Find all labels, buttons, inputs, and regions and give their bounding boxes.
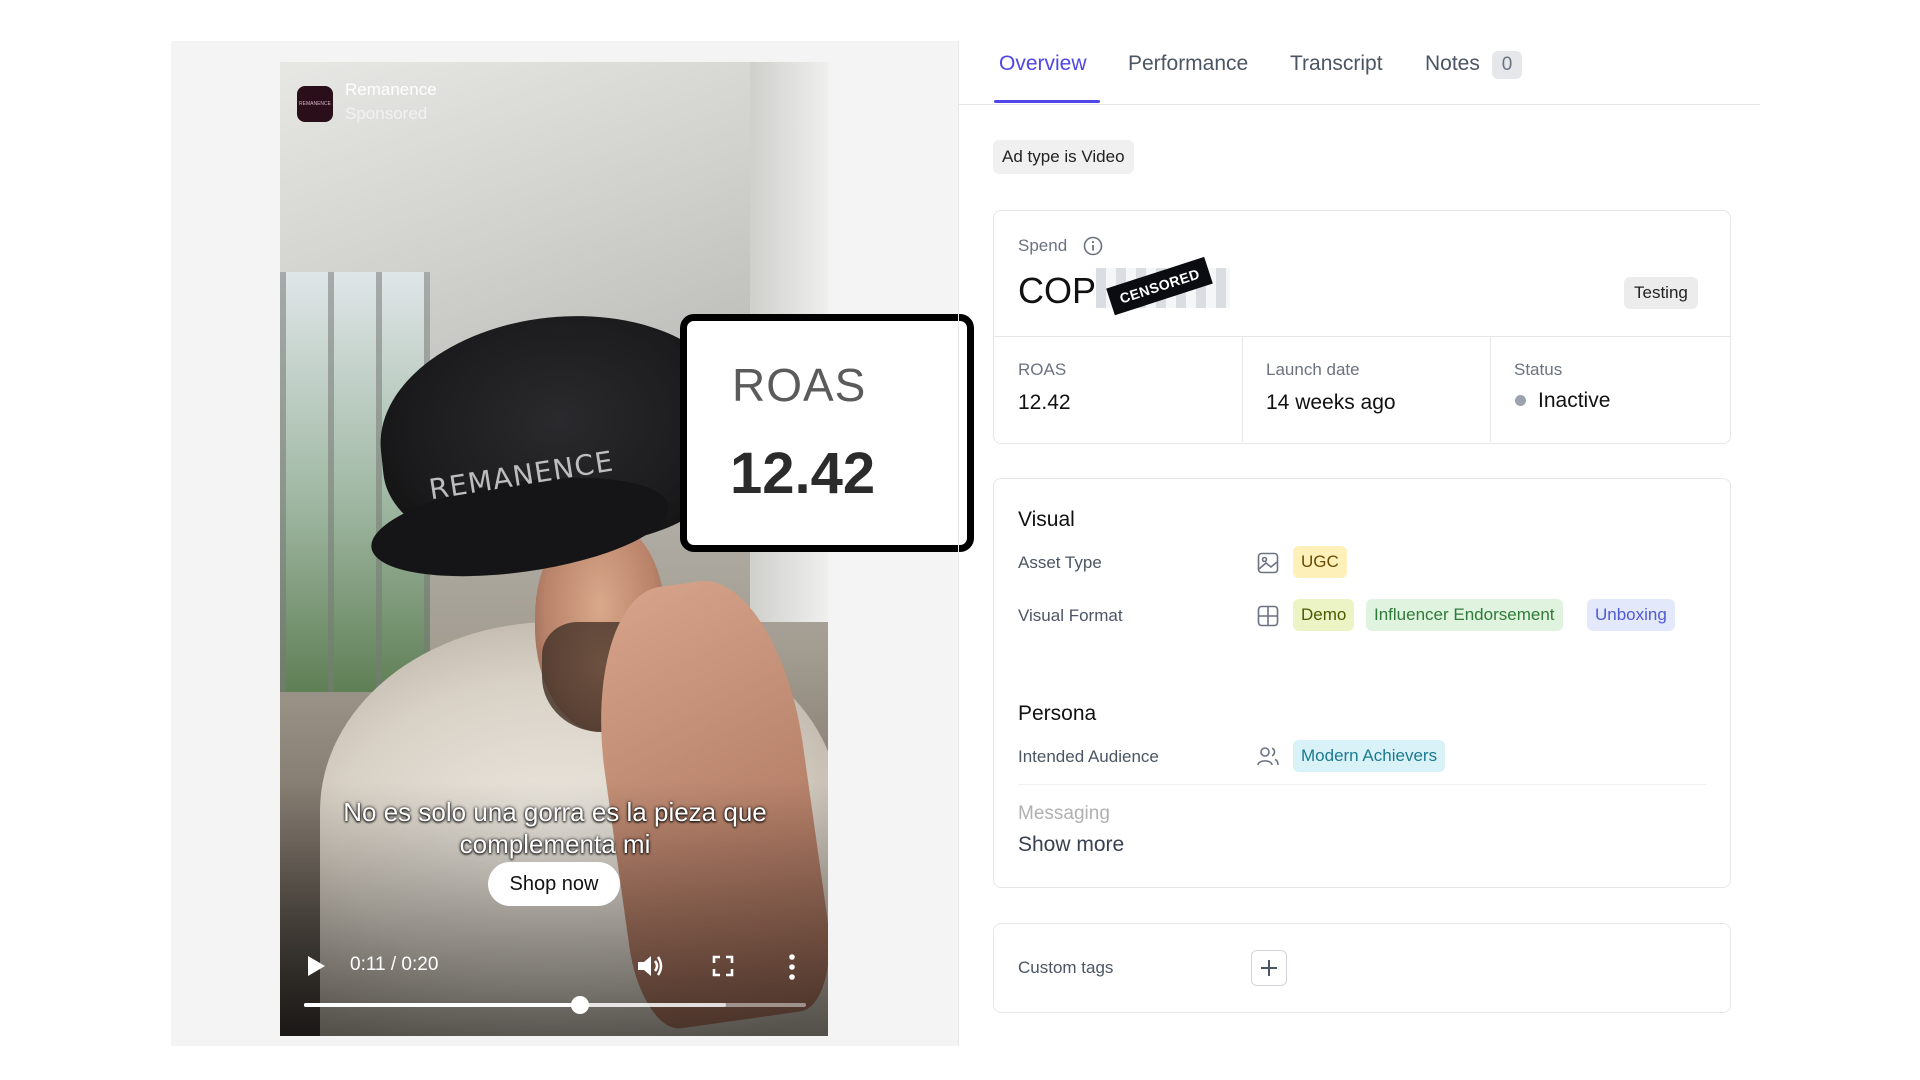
video-time: 0:11 / 0:20 <box>350 954 439 975</box>
video-progress-handle[interactable] <box>571 996 590 1014</box>
sponsored-label: Sponsored <box>345 104 428 123</box>
video-progress-fill <box>304 1003 581 1007</box>
tab-notes[interactable]: Notes <box>1425 52 1480 76</box>
custom-tags-label: Custom tags <box>1018 958 1114 977</box>
roas-callout-value: 12.42 <box>730 441 876 506</box>
visual-format-label: Visual Format <box>1018 606 1123 625</box>
users-icon <box>1257 747 1279 766</box>
launch-date-value: 14 weeks ago <box>1266 391 1396 414</box>
info-icon[interactable] <box>1083 236 1103 256</box>
asset-type-tag[interactable]: UGC <box>1293 546 1347 578</box>
play-icon[interactable] <box>306 955 326 977</box>
tab-transcript[interactable]: Transcript <box>1290 52 1383 76</box>
status-value: Inactive <box>1538 389 1611 412</box>
show-more-link[interactable]: Show more <box>1018 833 1124 857</box>
panel-divider <box>958 41 959 1046</box>
brand-name[interactable]: Remanence <box>345 80 437 100</box>
stat-divider <box>1242 337 1243 442</box>
stat-divider <box>1490 337 1491 442</box>
status-label: Status <box>1514 360 1563 379</box>
tab-performance[interactable]: Performance <box>1128 52 1248 76</box>
testing-badge: Testing <box>1624 277 1698 309</box>
visual-format-tag[interactable]: Influencer Endorsement <box>1366 599 1563 631</box>
shop-now-button[interactable]: Shop now <box>488 862 620 906</box>
visual-format-tag[interactable]: Unboxing <box>1587 599 1675 631</box>
launch-date-label: Launch date <box>1266 360 1360 379</box>
fullscreen-icon[interactable] <box>712 955 734 977</box>
intended-audience-label: Intended Audience <box>1018 747 1159 766</box>
visual-section-title: Visual <box>1018 508 1075 531</box>
visual-format-tag[interactable]: Demo <box>1293 599 1355 631</box>
roas-callout-label: ROAS <box>732 359 867 411</box>
spend-label: Spend <box>1018 236 1068 255</box>
roas-label: ROAS <box>1018 360 1067 379</box>
ad-type-filter-pill[interactable]: Ad type is Video <box>993 140 1134 174</box>
messaging-label: Messaging <box>1018 803 1110 824</box>
add-tag-button[interactable] <box>1251 950 1287 986</box>
row-divider <box>1018 784 1706 785</box>
roas-value: 12.42 <box>1018 391 1071 414</box>
active-tab-indicator <box>994 100 1100 103</box>
asset-type-label: Asset Type <box>1018 553 1102 572</box>
status-dot-icon <box>1515 395 1526 406</box>
volume-icon[interactable] <box>636 953 664 979</box>
spend-divider <box>994 336 1730 337</box>
attributes-card <box>993 478 1731 888</box>
tabs-divider <box>958 104 1760 105</box>
roas-callout <box>680 314 974 552</box>
brand-logo[interactable]: REMANENCE <box>297 86 333 122</box>
image-icon <box>1257 552 1279 574</box>
persona-section-title: Persona <box>1018 702 1097 725</box>
layout-grid-icon <box>1257 605 1279 627</box>
video-caption: No es solo una gorra es la pieza que com… <box>343 797 767 859</box>
tab-overview[interactable]: Overview <box>999 52 1087 76</box>
audience-tag[interactable]: Modern Achievers <box>1293 740 1446 772</box>
notes-count-badge: 0 <box>1492 51 1522 79</box>
more-options-icon[interactable] <box>788 954 796 980</box>
spend-value: COP <box>1018 270 1097 311</box>
